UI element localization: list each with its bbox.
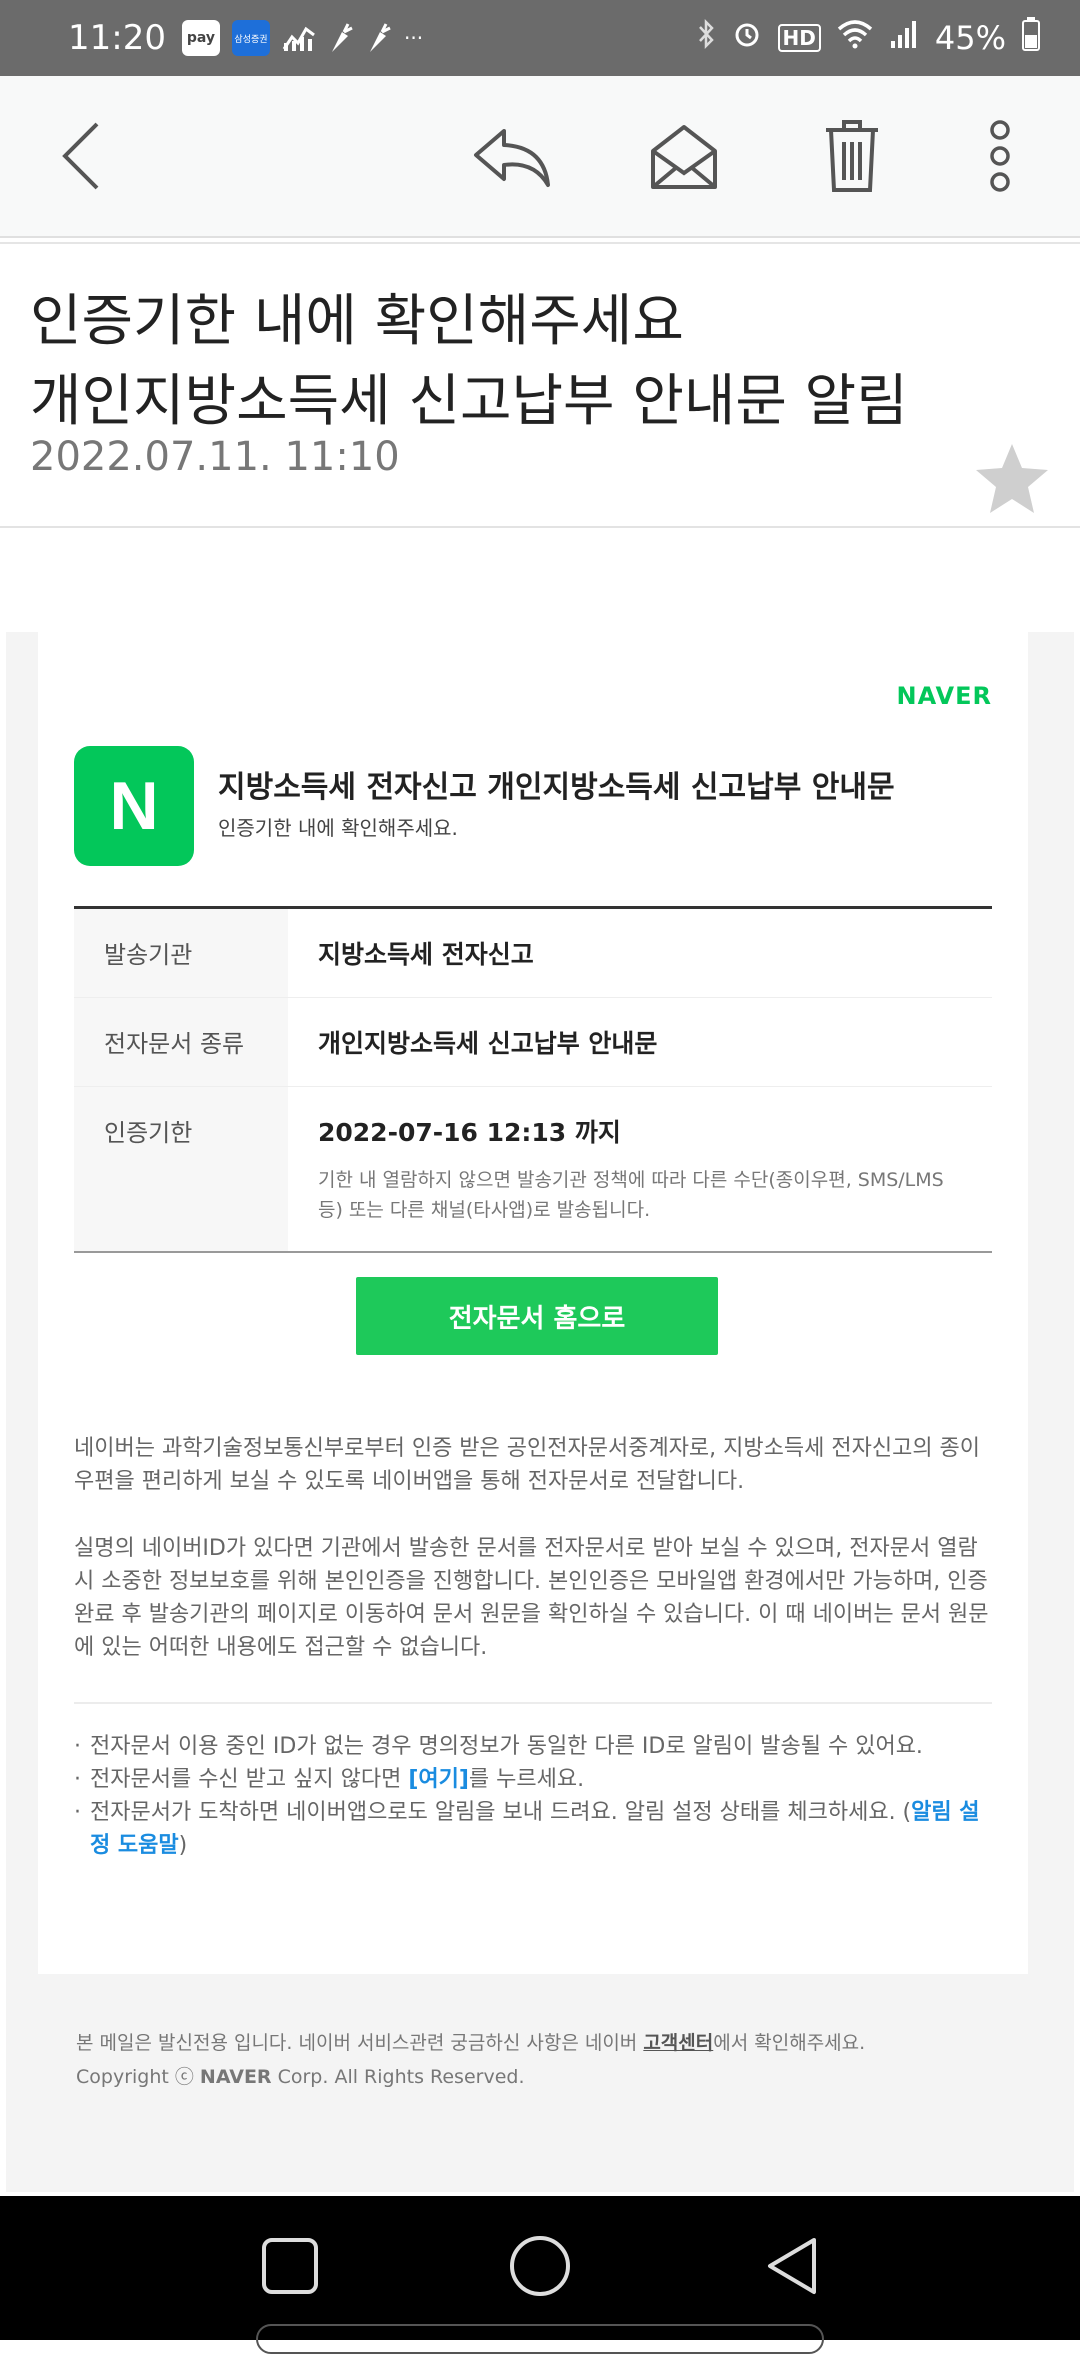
reply-button[interactable] [470,114,554,198]
list-item: 전자문서가 도착하면 네이버앱으로도 알림을 보내 드려요. 알림 설정 상태를… [74,1796,992,1862]
more-vertical-icon [990,120,1010,192]
system-nav-bar [0,2196,1080,2354]
pay-app-icon: pay [181,20,220,56]
mail-footer: 본 메일은 발신전용 입니다. 네이버 서비스관련 궁금하신 사항은 네이버 고… [76,2026,976,2094]
info-key: 발송기관 [74,909,288,997]
stocks-chart-icon [282,23,316,53]
more-notifications-icon: ··· [403,26,424,50]
star-button[interactable] [972,438,1052,518]
description-paragraph-1: 네이버는 과학기술정보통신부로부터 인증 받은 공인전자문서중계자로, 지방소득… [74,1436,981,1494]
delete-button[interactable] [810,114,894,198]
message-header: 인증기한 내에 확인해주세요 개인지방소득세 신고납부 안내문 알림 2022.… [0,248,1080,528]
list-item-text: 전자문서를 수신 받고 싶지 않다면 [90,1767,409,1792]
deadline-value: 2022-07-16 12:13 까지 [318,1118,621,1147]
info-key: 인증기한 [74,1087,288,1251]
mail-body: NAVER N 지방소득세 전자신고 개인지방소득세 신고납부 안내문 인증기한… [6,632,1074,2192]
info-row-sender: 발송기관 지방소득세 전자신고 [74,909,992,998]
unsubscribe-link[interactable]: [여기] [408,1767,469,1792]
back-arrow-icon [62,122,99,190]
divider [74,1702,992,1704]
copyright-brand: NAVER [199,2066,272,2088]
description-paragraph-2: 실명의 네이버ID가 있다면 기관에서 발송한 문서를 전자문서로 받아 보실 … [74,1536,989,1660]
status-time: 11:20 [68,18,166,58]
info-value: 개인지방소득세 신고납부 안내문 [318,1029,658,1058]
list-item-text: ) [178,1833,188,1858]
message-subject: 인증기한 내에 확인해주세요 개인지방소득세 신고납부 안내문 알림 [30,282,990,442]
list-item: 전자문서 이용 중인 ID가 없는 경우 명의정보가 동일한 다른 ID로 알림… [74,1730,992,1763]
list-item: 전자문서를 수신 받고 싶지 않다면 [여기]를 누르세요. [74,1763,992,1796]
carrot-icon [366,22,392,54]
list-item-text: 를 누르세요. [468,1767,585,1792]
info-key: 전자문서 종류 [74,998,288,1086]
hd-voice-icon: HD [777,24,821,52]
alarm-icon [732,19,762,57]
samsung-securities-icon: 삼성증권 [231,20,270,56]
subject-line-1: 인증기한 내에 확인해주세요 [30,289,684,354]
more-options-button[interactable] [960,114,1040,198]
back-button[interactable] [40,114,124,198]
gesture-handle[interactable] [256,2324,824,2354]
e-document-home-button[interactable]: 전자문서 홈으로 [356,1277,718,1355]
deadline-note: 기한 내 열람하지 않으면 발송기관 정책에 따라 다른 수단(종이우편, SM… [318,1169,944,1221]
info-value: 지방소득세 전자신고 [318,940,534,969]
trash-icon [826,120,878,192]
home-circle-icon [510,2236,570,2296]
naver-n-badge: N [74,746,194,866]
card-title: 지방소득세 전자신고 개인지방소득세 신고납부 안내문 [218,770,895,805]
list-item-text: 전자문서가 도착하면 네이버앱으로도 알림을 보내 드려요. 알림 설정 상태를… [90,1800,912,1825]
message-date: 2022.07.11. 11:10 [30,434,400,480]
battery-icon [1022,17,1040,59]
back-triangle-icon [768,2238,816,2294]
mail-card: NAVER N 지방소득세 전자신고 개인지방소득세 신고납부 안내문 인증기한… [38,632,1028,1974]
reply-icon [474,129,550,187]
wifi-icon [837,19,873,57]
info-row-doc-type: 전자문서 종류 개인지방소득세 신고납부 안내문 [74,998,992,1087]
copyright-text: Copyright ⓒ [76,2066,200,2088]
battery-percent: 45% [934,19,1006,57]
naver-logo: NAVER [896,682,992,710]
copyright-text: Corp. All Rights Reserved. [271,2066,525,2088]
info-table: 발송기관 지방소득세 전자신고 전자문서 종류 개인지방소득세 신고납부 안내문… [74,906,992,1253]
notice-list: 전자문서 이용 중인 ID가 없는 경우 명의정보가 동일한 다른 ID로 알림… [74,1730,992,1862]
footer-text: 본 메일은 발신전용 입니다. 네이버 서비스관련 궁금하신 사항은 네이버 [76,2032,644,2054]
mail-toolbar [0,76,1080,244]
back-nav-button[interactable] [752,2226,832,2306]
mark-unread-button[interactable] [642,114,726,198]
customer-center-link[interactable]: 고객센터 [643,2032,713,2054]
bluetooth-icon [696,18,716,58]
footer-notice: 본 메일은 발신전용 입니다. 네이버 서비스관련 궁금하신 사항은 네이버 고… [76,2026,976,2060]
status-bar: 11:20 pay 삼성증권 ··· HD 45% [0,0,1080,76]
star-icon [976,444,1048,513]
footer-text: 에서 확인해주세요. [713,2032,866,2054]
info-value-deadline: 2022-07-16 12:13 까지 기한 내 열람하지 않으면 발송기관 정… [288,1087,992,1251]
copyright: Copyright ⓒ NAVER Corp. All Rights Reser… [76,2060,976,2094]
carrot-icon [328,22,354,54]
subject-line-2: 개인지방소득세 신고납부 안내문 알림 [30,369,908,434]
signal-icon [889,19,919,57]
home-button[interactable] [500,2226,580,2306]
recent-apps-icon [262,2238,318,2294]
recent-apps-button[interactable] [250,2226,330,2306]
envelope-open-icon [651,125,717,189]
info-row-deadline: 인증기한 2022-07-16 12:13 까지 기한 내 열람하지 않으면 발… [74,1087,992,1251]
card-subtitle: 인증기한 내에 확인해주세요. [218,816,458,840]
